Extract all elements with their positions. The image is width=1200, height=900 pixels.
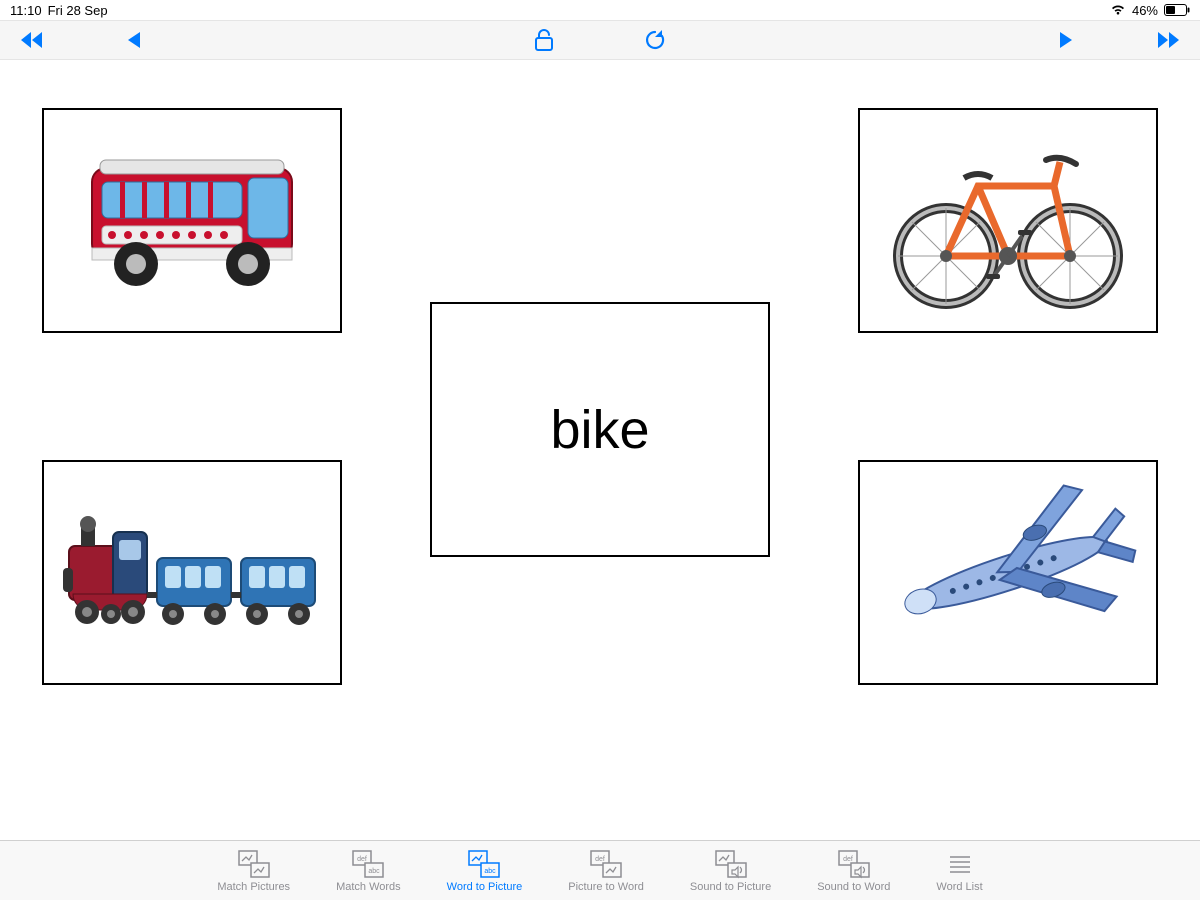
first-button[interactable] [20,30,46,50]
word-card-text: bike [550,399,649,461]
option-train[interactable] [42,460,342,685]
status-date: Fri 28 Sep [48,3,108,18]
wifi-icon [1110,4,1126,16]
option-bike[interactable] [858,108,1158,333]
train-icon [57,488,327,658]
sound-to-word-icon: def [837,849,871,879]
tab-label: Word List [936,881,982,893]
bus-icon [72,136,312,306]
sound-to-picture-icon [714,849,748,879]
svg-text:def: def [357,856,367,863]
last-button[interactable] [1154,30,1180,50]
word-to-picture-icon: abc [467,849,501,879]
tab-label: Word to Picture [447,881,523,893]
match-words-icon: defabc [351,849,385,879]
next-button[interactable] [1058,30,1074,50]
tab-word-list[interactable]: Word List [936,849,982,893]
bike-icon [878,126,1138,316]
bottom-tab-bar: Match Pictures defabc Match Words abc Wo… [0,840,1200,900]
game-area: bike [0,60,1200,840]
svg-text:def: def [843,856,853,863]
tab-word-to-picture[interactable]: abc Word to Picture [447,849,523,893]
word-card[interactable]: bike [430,302,770,557]
tab-label: Sound to Word [817,881,890,893]
match-pictures-icon [237,849,271,879]
toolbar [0,20,1200,60]
prev-button[interactable] [126,30,142,50]
unlock-icon[interactable] [534,28,554,52]
tab-match-pictures[interactable]: Match Pictures [217,849,290,893]
tab-label: Match Words [336,881,401,893]
tab-picture-to-word[interactable]: def Picture to Word [568,849,644,893]
status-bar: 11:10 Fri 28 Sep 46% [0,0,1200,20]
battery-pct: 46% [1132,3,1158,18]
tab-match-words[interactable]: defabc Match Words [336,849,401,893]
plane-icon [878,473,1138,673]
svg-text:abc: abc [369,868,381,875]
tab-sound-to-word[interactable]: def Sound to Word [817,849,890,893]
picture-to-word-icon: def [589,849,623,879]
tab-label: Picture to Word [568,881,644,893]
option-plane[interactable] [858,460,1158,685]
word-list-icon [943,849,977,879]
svg-text:abc: abc [485,868,497,875]
battery-icon [1164,4,1190,16]
tab-label: Sound to Picture [690,881,771,893]
svg-text:def: def [595,856,605,863]
tab-label: Match Pictures [217,881,290,893]
tab-sound-to-picture[interactable]: Sound to Picture [690,849,771,893]
option-bus[interactable] [42,108,342,333]
refresh-icon[interactable] [644,28,666,52]
status-time: 11:10 [10,3,42,18]
